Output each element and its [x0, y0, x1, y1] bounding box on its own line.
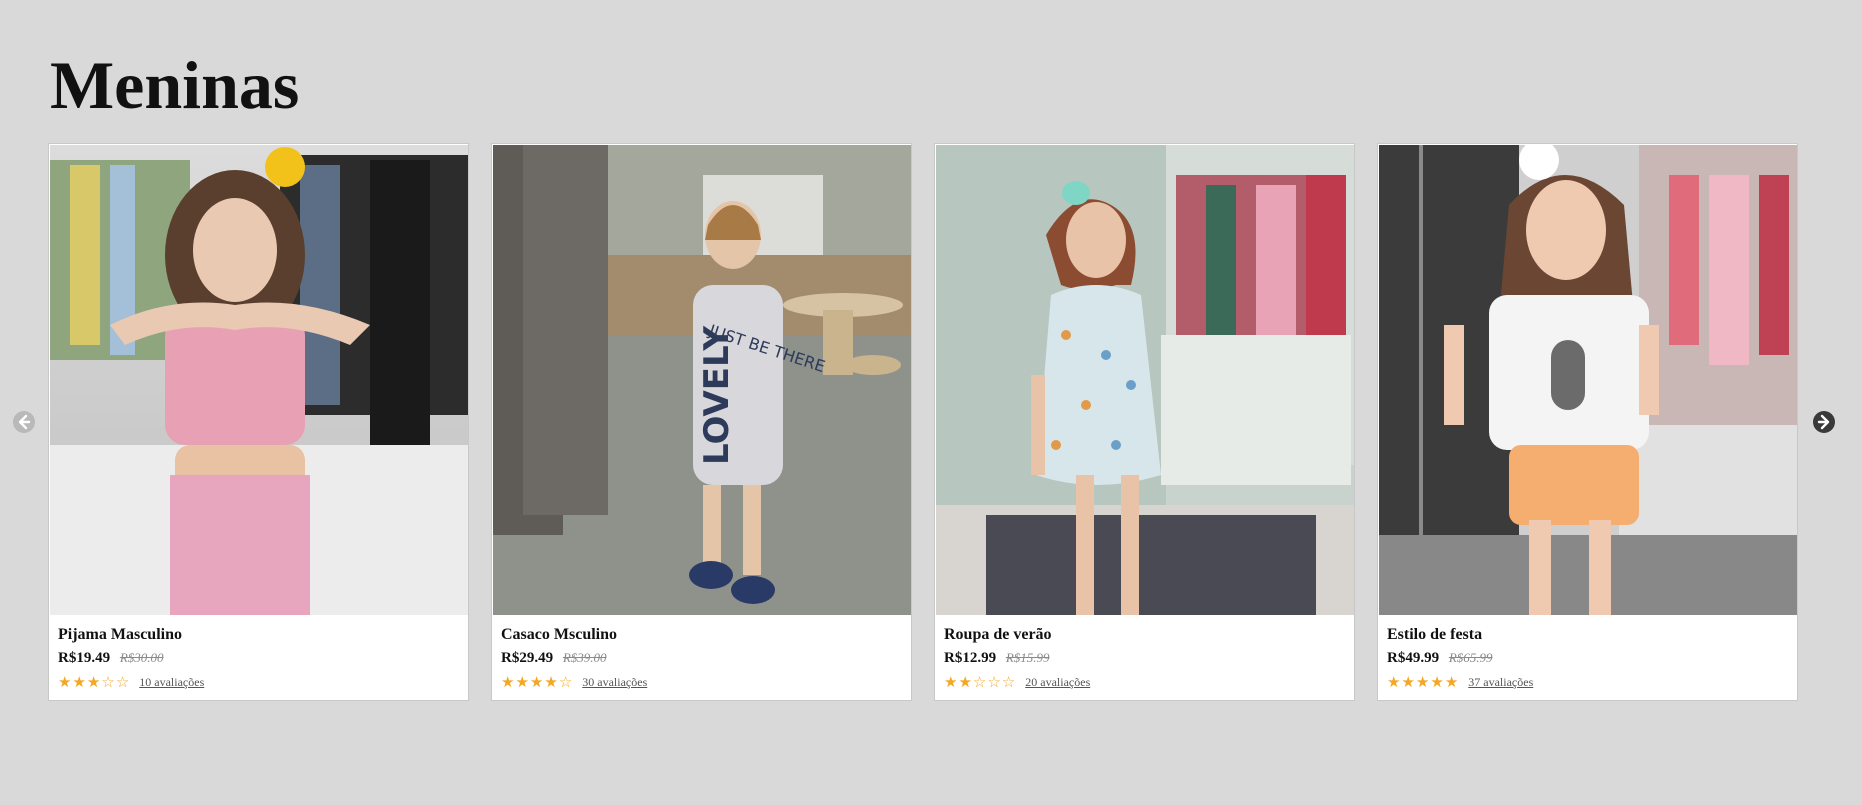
product-image[interactable]	[50, 145, 468, 615]
product-name[interactable]: Roupa de verão	[944, 624, 1345, 646]
product-image[interactable]	[936, 145, 1354, 615]
star-filled-icon: ★	[1415, 673, 1430, 691]
product-old-price: R$30.00	[119, 650, 164, 665]
product-price: R$19.49	[58, 650, 111, 666]
star-filled-icon: ★	[944, 673, 958, 691]
star-empty-icon: ☆	[558, 673, 573, 691]
star-filled-icon: ★	[1430, 673, 1444, 691]
page-title: Meninas	[50, 47, 300, 123]
star-rating: ★ ★ ★ ★ ☆	[501, 674, 572, 690]
star-filled-icon: ★	[1444, 673, 1459, 691]
product-image[interactable]	[1379, 145, 1797, 615]
carousel-next-button[interactable]	[1813, 411, 1835, 433]
star-empty-icon: ☆	[987, 673, 1001, 691]
product-card[interactable]: Roupa de verão R$12.99 R$15.99 ★ ★ ☆ ☆ ☆ 20 …	[934, 143, 1355, 701]
star-filled-icon: ★	[501, 673, 515, 691]
star-filled-icon: ★	[86, 673, 101, 691]
star-empty-icon: ☆	[101, 673, 115, 691]
product-name[interactable]: Estilo de festa	[1387, 624, 1788, 646]
reviews-link[interactable]: 30 avaliações	[582, 675, 647, 690]
star-filled-icon: ★	[515, 673, 529, 691]
product-price: R$49.99	[1387, 650, 1440, 666]
star-empty-icon: ☆	[972, 673, 987, 691]
star-rating: ★ ★ ★ ★ ★	[1387, 674, 1458, 690]
star-filled-icon: ★	[529, 673, 544, 691]
star-filled-icon: ★	[958, 673, 972, 691]
star-rating: ★ ★ ☆ ☆ ☆	[944, 674, 1015, 690]
product-card[interactable]: Estilo de festa R$49.99 R$65.99 ★ ★ ★ ★ ★ 37…	[1377, 143, 1798, 701]
product-image[interactable]: JUST BE THERE LOVELY	[493, 145, 911, 615]
product-price: R$29.49	[501, 650, 554, 666]
star-rating: ★ ★ ★ ☆ ☆	[58, 674, 129, 690]
product-card[interactable]: Pijama Masculino R$19.49 R$30.00 ★ ★ ★ ☆ ☆ 1…	[48, 143, 469, 701]
star-filled-icon: ★	[58, 673, 72, 691]
carousel-prev-button[interactable]	[13, 411, 35, 433]
reviews-link[interactable]: 10 avaliações	[139, 675, 204, 690]
product-price: R$12.99	[944, 650, 997, 666]
star-empty-icon: ☆	[115, 673, 130, 691]
product-card[interactable]: JUST BE THERE LOVELY Casaco Msculino R$2…	[491, 143, 912, 701]
star-filled-icon: ★	[1387, 673, 1401, 691]
arrow-left-icon	[18, 414, 31, 430]
product-name[interactable]: Casaco Msculino	[501, 624, 902, 646]
product-old-price: R$15.99	[1005, 650, 1050, 665]
svg-text:LOVELY: LOVELY	[697, 326, 737, 465]
product-carousel: Pijama Masculino R$19.49 R$30.00 ★ ★ ★ ☆ ☆ 1…	[0, 143, 1862, 703]
star-filled-icon: ★	[72, 673, 86, 691]
arrow-right-icon	[1817, 414, 1830, 430]
product-name[interactable]: Pijama Masculino	[58, 624, 459, 646]
product-old-price: R$39.00	[562, 650, 607, 665]
star-empty-icon: ☆	[1001, 673, 1016, 691]
product-old-price: R$65.99	[1448, 650, 1493, 665]
reviews-link[interactable]: 37 avaliações	[1468, 675, 1533, 690]
reviews-link[interactable]: 20 avaliações	[1025, 675, 1090, 690]
star-filled-icon: ★	[1401, 673, 1415, 691]
star-filled-icon: ★	[544, 673, 558, 691]
